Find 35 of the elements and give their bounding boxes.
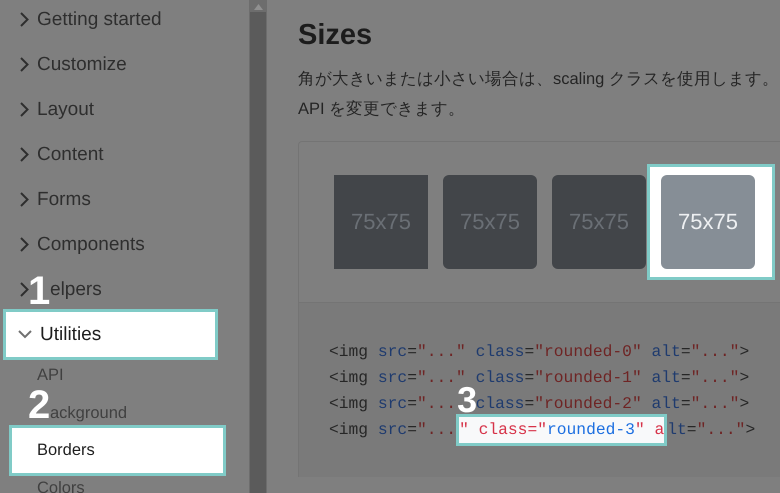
- code-text: lt="...">: [667, 419, 756, 441]
- step-number: 3: [457, 385, 478, 415]
- chevron-right-icon: [20, 12, 29, 27]
- sidebar-item[interactable]: Customize: [37, 54, 127, 76]
- sidebar-item[interactable]: elpers: [50, 278, 102, 300]
- sidebar-item[interactable]: Components: [37, 234, 145, 256]
- chevron-right-icon: [20, 237, 29, 252]
- chevron-down-icon: [18, 330, 32, 339]
- section-title: Sizes: [298, 18, 374, 53]
- sidebar-subitem[interactable]: Colors: [37, 478, 85, 493]
- step-number: 2: [28, 390, 50, 420]
- sidebar-item[interactable]: Getting started: [37, 8, 162, 30]
- size-label: 75x75: [678, 209, 738, 235]
- chevron-right-icon: [20, 282, 29, 297]
- chevron-right-icon: [20, 57, 29, 72]
- code-text: <img src="...: [329, 393, 456, 415]
- chevron-right-icon: [20, 147, 29, 162]
- code-text: <img src="..." class="rounded-0" alt="...">: [329, 341, 750, 363]
- scroll-up-icon[interactable]: [254, 4, 262, 10]
- chevron-right-icon: [20, 102, 29, 117]
- description-text: 角が大きいまたは小さい場合は、scaling クラスを使用します。 API を変更できます。: [298, 69, 780, 120]
- code-text: class="rounded-2" alt="...">: [476, 394, 750, 415]
- sidebar-subitem[interactable]: ackground: [50, 404, 128, 423]
- sidebar-item[interactable]: Forms: [37, 188, 91, 210]
- sidebar-item[interactable]: Utilities: [3, 309, 218, 360]
- code-text: <img src="...: [329, 419, 456, 441]
- highlighted-code: " class="rounded-3" a: [456, 414, 668, 446]
- chevron-right-icon: [20, 192, 29, 207]
- sidebar-item[interactable]: Layout: [37, 98, 94, 120]
- code-text: <img src="..." class="rounded-1" alt="...">: [329, 367, 750, 387]
- sidebar-item[interactable]: Content: [37, 144, 104, 166]
- sidebar-subitem[interactable]: Borders: [9, 425, 226, 476]
- sidebar-subitem[interactable]: API: [37, 366, 64, 386]
- scrollbar-thumb[interactable]: [250, 12, 266, 493]
- step-number: 1: [28, 276, 50, 306]
